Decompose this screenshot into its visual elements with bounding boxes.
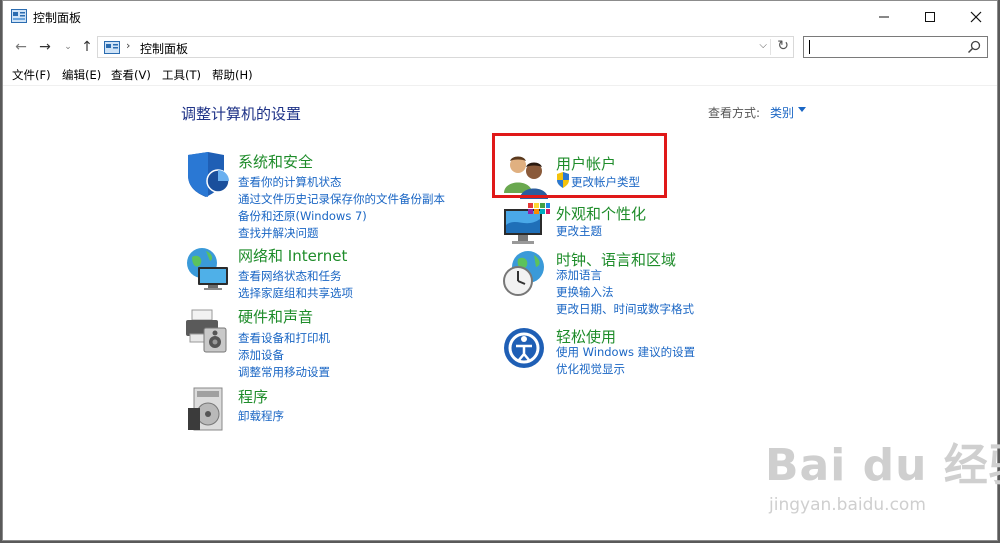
link-change-theme[interactable]: 更改主题 xyxy=(556,223,602,239)
address-bar[interactable]: › 控制面板 ⌵ ↻ xyxy=(97,36,794,58)
menu-help[interactable]: 帮助(H) xyxy=(212,67,253,83)
category-title[interactable]: 网络和 Internet xyxy=(238,245,347,266)
monitor-palette-icon xyxy=(504,203,550,244)
menu-file[interactable]: 文件(F) xyxy=(12,67,51,83)
link-view-computer-status[interactable]: 查看你的计算机状态 xyxy=(238,174,342,190)
up-button[interactable]: ↑ xyxy=(77,37,97,57)
text-caret xyxy=(809,40,810,54)
link-change-date-time-format[interactable]: 更改日期、时间或数字格式 xyxy=(556,301,694,317)
up-arrow-icon: ↑ xyxy=(81,39,93,55)
link-devices-printers[interactable]: 查看设备和打印机 xyxy=(238,330,330,346)
address-divider xyxy=(770,39,771,55)
link-recommended-settings[interactable]: 使用 Windows 建议的设置 xyxy=(556,344,695,360)
menu-tools[interactable]: 工具(T) xyxy=(162,67,201,83)
view-by-label: 查看方式: xyxy=(708,106,761,120)
ease-of-access-icon xyxy=(504,328,544,368)
view-by-dropdown[interactable]: 类别 xyxy=(770,104,794,121)
forward-button[interactable]: → xyxy=(35,37,55,57)
control-panel-icon xyxy=(104,41,120,54)
menu-bar: 文件(F) 编辑(E) 查看(V) 工具(T) 帮助(H) xyxy=(3,63,997,86)
control-panel-icon xyxy=(11,9,27,23)
back-button[interactable]: ← xyxy=(11,37,31,57)
watermark-url: jingyan.baidu.com xyxy=(769,495,926,515)
category-title[interactable]: 系统和安全 xyxy=(238,151,313,172)
minimize-icon xyxy=(879,16,889,18)
address-dropdown-icon[interactable]: ⌵ xyxy=(759,40,767,51)
page-title: 调整计算机的设置 xyxy=(181,105,302,123)
maximize-button[interactable] xyxy=(907,1,953,33)
minimize-button[interactable] xyxy=(861,1,907,33)
search-input[interactable] xyxy=(803,36,988,58)
link-network-status[interactable]: 查看网络状态和任务 xyxy=(238,268,342,284)
recent-locations-button[interactable]: ⌄ xyxy=(58,37,78,57)
category-title[interactable]: 外观和个性化 xyxy=(556,203,646,224)
link-optimize-visual-display[interactable]: 优化视觉显示 xyxy=(556,361,625,377)
menu-view[interactable]: 查看(V) xyxy=(111,67,151,83)
close-button[interactable] xyxy=(953,1,999,33)
category-title[interactable]: 程序 xyxy=(238,386,268,407)
link-troubleshoot[interactable]: 查找并解决问题 xyxy=(238,225,319,241)
address-row: ← → ⌄ ↑ › 控制面板 ⌵ ↻ xyxy=(3,33,997,61)
window-title: 控制面板 xyxy=(33,11,82,25)
link-uninstall-program[interactable]: 卸载程序 xyxy=(238,408,284,424)
link-add-device[interactable]: 添加设备 xyxy=(238,347,284,363)
menu-edit[interactable]: 编辑(E) xyxy=(62,67,101,83)
clock-globe-icon xyxy=(503,251,544,296)
link-file-history-backup[interactable]: 通过文件历史记录保存你的文件备份副本 xyxy=(238,191,445,207)
link-mobility-settings[interactable]: 调整常用移动设置 xyxy=(238,364,330,380)
search-icon[interactable] xyxy=(967,40,981,54)
breadcrumb[interactable]: 控制面板 xyxy=(140,40,188,57)
back-arrow-icon: ← xyxy=(15,39,27,55)
shield-icon xyxy=(188,152,230,197)
title-bar: 控制面板 xyxy=(3,1,997,33)
chevron-down-icon: ⌄ xyxy=(64,42,72,52)
maximize-icon xyxy=(925,12,935,22)
category-title[interactable]: 硬件和声音 xyxy=(238,306,313,327)
link-add-language[interactable]: 添加语言 xyxy=(556,267,602,283)
refresh-icon[interactable]: ↻ xyxy=(777,38,789,54)
link-homegroup-sharing[interactable]: 选择家庭组和共享选项 xyxy=(238,285,353,301)
close-icon xyxy=(970,11,982,23)
watermark-brand: Bai du 经验 xyxy=(765,440,1000,491)
network-globe-icon xyxy=(187,248,228,290)
forward-arrow-icon: → xyxy=(39,39,51,55)
highlight-box xyxy=(492,133,667,198)
link-change-input-method[interactable]: 更换输入法 xyxy=(556,284,614,300)
printer-icon xyxy=(186,309,227,353)
control-panel-window: 控制面板 ← → ⌄ ↑ › 控制面板 ⌵ ↻ 文件(F) 编辑(E) 查看(V… xyxy=(2,0,1000,541)
view-by-chevron-icon[interactable] xyxy=(798,107,806,112)
programs-icon xyxy=(188,387,223,431)
breadcrumb-chevron-icon[interactable]: › xyxy=(126,39,130,52)
link-backup-restore[interactable]: 备份和还原(Windows 7) xyxy=(238,208,367,224)
